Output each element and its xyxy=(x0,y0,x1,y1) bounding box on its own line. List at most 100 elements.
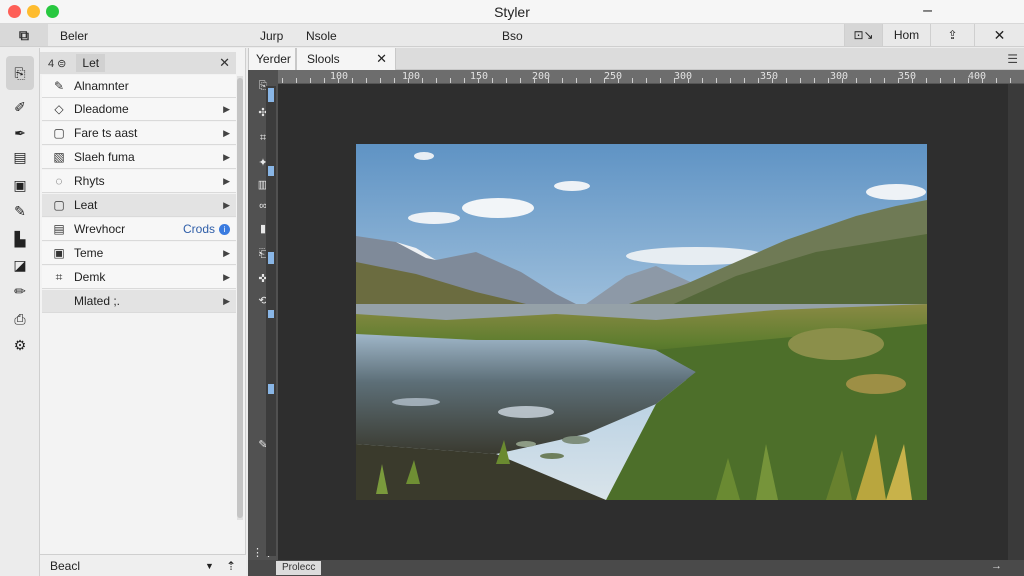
tab-slools[interactable]: Slools ✕ xyxy=(296,48,396,70)
panel-row-teme[interactable]: ▣ Teme ▶ xyxy=(42,242,236,265)
ruler-tick xyxy=(730,78,731,83)
ruler-tick xyxy=(464,78,465,83)
chevron-right-icon: ▶ xyxy=(223,295,230,306)
ruler-tick xyxy=(800,78,801,83)
upload-icon[interactable]: ⇡ xyxy=(226,559,236,573)
ruler-tick xyxy=(352,78,353,83)
ruler-tick xyxy=(660,78,661,83)
info-icon[interactable]: i xyxy=(219,223,230,235)
menu-item-beler[interactable]: Beler xyxy=(60,29,88,43)
stamp-icon[interactable]: ◪ xyxy=(6,254,34,276)
canvas-image[interactable] xyxy=(356,144,927,500)
close-icon[interactable]: ✕ xyxy=(974,24,1024,46)
pencil-icon[interactable]: ✏ xyxy=(6,280,34,302)
document-icon: ▢ xyxy=(53,198,65,212)
ruler-tick xyxy=(982,78,983,83)
bookmark-icon[interactable]: ▙ xyxy=(6,228,34,250)
ruler-tick xyxy=(674,78,675,83)
share-icon[interactable]: ⇪ xyxy=(930,24,974,46)
chevron-right-icon: ▶ xyxy=(223,103,230,114)
ruler-label: 150 xyxy=(470,71,489,82)
layers-icon[interactable]: ▤ xyxy=(6,146,34,168)
status-label[interactable]: Prolecc xyxy=(276,561,322,575)
ruler-tick xyxy=(646,78,647,83)
panel-row-mlated[interactable]: Mlated ;. ▶ xyxy=(42,290,236,313)
window-title: Styler xyxy=(494,4,530,20)
ruler-tick xyxy=(492,78,493,83)
ruler-tick xyxy=(422,78,423,83)
panel-row-rhyts[interactable]: ◌ Rhyts ▶ xyxy=(42,170,236,193)
edit-icon: ✎ xyxy=(53,79,65,93)
panel-row-leat[interactable]: ▢ Leat ▶ xyxy=(42,194,236,217)
minimize-icon[interactable]: – xyxy=(923,2,932,20)
tab-close-icon[interactable]: ✕ xyxy=(376,51,387,67)
vertical-ruler-marker xyxy=(268,384,274,394)
brush-icon[interactable]: ✐ xyxy=(6,96,34,118)
frame-icon[interactable]: ▣ xyxy=(6,174,34,196)
panel-row-slaeh-fuma[interactable]: ▧ Slaeh fuma ▶ xyxy=(42,146,236,169)
ruler-tick xyxy=(296,78,297,83)
ruler-tick xyxy=(520,78,521,83)
ruler-tick xyxy=(324,78,325,83)
pattern-icon: ▧ xyxy=(53,150,65,164)
shape-icon: ◇ xyxy=(54,102,64,116)
ruler-label: 300 xyxy=(674,71,693,82)
ruler-tick xyxy=(898,78,899,83)
pen-icon[interactable]: ✒ xyxy=(6,122,34,144)
ruler-tick xyxy=(408,78,409,83)
status-bar: Prolecc → xyxy=(248,560,1024,576)
chevron-right-icon: ▶ xyxy=(223,127,230,138)
ruler-tick xyxy=(702,78,703,83)
panel-scroll-thumb[interactable] xyxy=(237,78,243,518)
ruler-tick xyxy=(744,78,745,83)
menu-item-jurp[interactable]: Jurp xyxy=(260,29,283,43)
ruler-label: 100 xyxy=(402,71,421,82)
ruler-tick xyxy=(450,78,451,83)
ruler-tick xyxy=(772,78,773,83)
panel-row-fare-ts-aast[interactable]: ▢ Fare ts aast ▶ xyxy=(42,122,236,145)
ruler-tick xyxy=(954,78,955,83)
vertical-ruler-marker xyxy=(268,88,274,102)
frame-icon: ▢ xyxy=(53,126,65,140)
vertical-ruler xyxy=(266,86,276,556)
arrow-right-icon[interactable]: → xyxy=(991,560,1002,572)
horizontal-ruler: 100 100 150 200 250 300 350 300 350 400 xyxy=(278,70,1024,84)
vertical-ruler-marker xyxy=(268,252,274,264)
panel-close-icon[interactable]: ✕ xyxy=(219,55,230,71)
tab-label: Slools xyxy=(307,52,340,66)
panel-header: 4 ⊜ Let ✕ xyxy=(40,52,236,74)
menu-bar: ⧉ Beler Jurp Nsole Bso ⊡↘ Hom ⇪ ✕ xyxy=(0,24,1024,47)
ruler-tick xyxy=(534,78,535,83)
ruler-tick xyxy=(576,78,577,83)
tab-yerder[interactable]: Yerder xyxy=(248,48,296,70)
row-label: Teme xyxy=(74,246,104,260)
panel-row-wrevhocr[interactable]: ▤ Wrevhocr Crods i xyxy=(42,218,236,241)
panel-footer-label[interactable]: Beacl xyxy=(50,559,205,573)
menu-item-nsole[interactable]: Nsole xyxy=(306,29,337,43)
ruler-label: 250 xyxy=(604,71,623,82)
settings-icon[interactable]: ⚙ xyxy=(6,334,34,356)
canvas-scrollbar[interactable] xyxy=(1008,84,1024,560)
ruler-tick xyxy=(828,78,829,83)
row-badge[interactable]: Crods xyxy=(183,222,215,236)
dropdown-arrow-icon[interactable]: ▼ xyxy=(205,561,214,571)
menu-item-bso[interactable]: Bso xyxy=(502,29,523,43)
printer-icon[interactable]: ⎙ xyxy=(6,308,34,330)
app-logo-icon[interactable]: ⧉ xyxy=(0,24,48,46)
ruler-tick xyxy=(282,78,283,83)
ruler-tick xyxy=(968,78,969,83)
ruler-tick xyxy=(842,78,843,83)
panel-header-title[interactable]: Let xyxy=(76,54,106,72)
panel-row-alnamnter[interactable]: ✎ Alnamnter xyxy=(42,75,236,98)
ruler-tick xyxy=(688,78,689,83)
panel-row-demk[interactable]: ⌗ Demk ▶ xyxy=(42,266,236,289)
menu-item-hom[interactable]: Hom xyxy=(882,24,930,46)
panel-row-dleadome[interactable]: ◇ Dleadome ▶ xyxy=(42,98,236,121)
ruler-tick xyxy=(590,78,591,83)
eyedropper-icon[interactable]: ✎ xyxy=(6,200,34,222)
tabs-menu-icon[interactable]: ☰ xyxy=(1007,52,1018,66)
side-panel: 4 ⊜ Let ✕ ✎ Alnamnter ◇ Dleadome ▶ ▢ Far… xyxy=(40,48,246,576)
pages-icon[interactable]: ⎘ xyxy=(6,56,34,90)
ruler-tick xyxy=(604,78,605,83)
select-tool-icon[interactable]: ⊡↘ xyxy=(844,24,882,46)
